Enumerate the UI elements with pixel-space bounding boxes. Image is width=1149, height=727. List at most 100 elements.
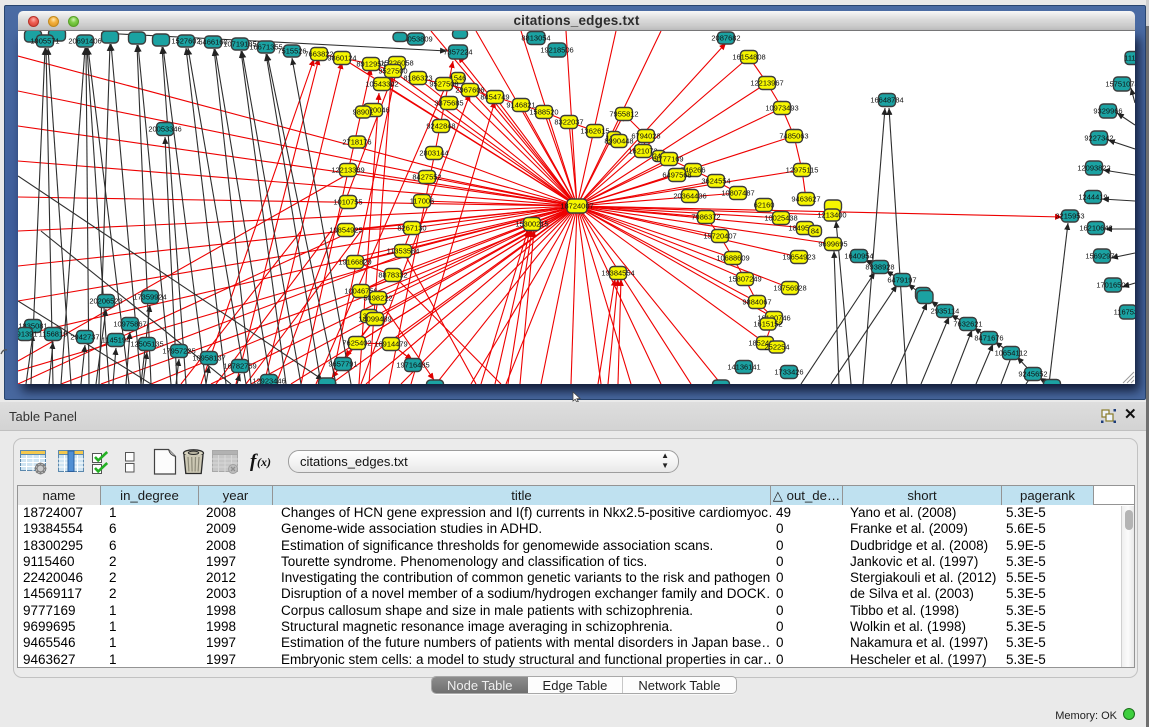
svg-text:20364436: 20364436 (673, 192, 706, 201)
svg-text:9699695: 9699695 (818, 240, 847, 249)
svg-text:19716485: 19716485 (396, 361, 429, 370)
svg-text:8813054: 8813054 (521, 34, 550, 43)
svg-text:9463627: 9463627 (791, 195, 820, 204)
svg-text:7515526: 7515526 (277, 47, 306, 56)
svg-text:3875685: 3875685 (434, 99, 463, 108)
svg-text:9245652: 9245652 (1018, 370, 1047, 379)
svg-text:1640954: 1640954 (844, 252, 873, 261)
svg-text:7485063: 7485063 (779, 132, 808, 141)
svg-text:15751074: 15751074 (1105, 80, 1135, 89)
svg-text:19166829: 19166829 (338, 258, 371, 267)
svg-text:12213389: 12213389 (331, 166, 364, 175)
svg-text:7986372: 7986372 (691, 213, 720, 222)
svg-text:14099489: 14099489 (358, 315, 391, 324)
svg-text:8990448: 8990448 (604, 137, 633, 146)
svg-text:8322037: 8322037 (554, 118, 583, 127)
svg-text:7632621: 7632621 (953, 320, 982, 329)
svg-text:8186323: 8186323 (403, 74, 432, 83)
svg-text:391391: 391391 (18, 330, 38, 339)
svg-text:1145194: 1145194 (102, 336, 131, 345)
svg-text:98901: 98901 (353, 108, 374, 117)
svg-text:6794028: 6794028 (631, 132, 660, 141)
svg-text:12093822: 12093822 (1077, 164, 1110, 173)
svg-text:12213967: 12213967 (750, 79, 783, 88)
svg-text:7625402: 7625402 (342, 339, 371, 348)
svg-text:9657791: 9657791 (328, 360, 357, 369)
svg-text:8878332: 8878332 (378, 271, 407, 280)
svg-text:16154808: 16154808 (732, 53, 765, 62)
svg-text:10654112: 10654112 (995, 349, 1028, 358)
svg-text:1733426: 1733426 (774, 368, 803, 377)
svg-text:10973493: 10973493 (765, 104, 798, 113)
svg-text:84: 84 (811, 227, 819, 236)
svg-text:9860124: 9860124 (327, 54, 356, 63)
svg-text:5498222: 5498222 (363, 294, 392, 303)
svg-text:10807487: 10807487 (721, 189, 754, 198)
svg-text:15692971: 15692971 (1085, 252, 1118, 261)
svg-text:10958137: 10958137 (192, 354, 225, 363)
svg-text:16914479: 16914479 (374, 340, 407, 349)
svg-text:17016504: 17016504 (1096, 281, 1129, 290)
svg-text:10975867: 10975867 (113, 320, 146, 329)
svg-text:9242848: 9242848 (426, 122, 455, 131)
svg-text:9527508: 9527508 (429, 80, 458, 89)
svg-text:20691406: 20691406 (68, 37, 101, 46)
svg-text:16210643: 16210643 (1079, 224, 1112, 233)
svg-text:12975115: 12975115 (786, 166, 819, 175)
svg-text:1244419: 1244419 (1078, 193, 1107, 202)
svg-text:1213400: 1213400 (817, 211, 846, 220)
svg-text:1905571: 1905571 (30, 37, 59, 46)
svg-text:1156819: 1156819 (39, 330, 68, 339)
svg-text:7955812: 7955812 (609, 110, 638, 119)
svg-text:2803144: 2803144 (419, 149, 448, 158)
svg-text:9329966: 9329966 (1093, 107, 1122, 116)
svg-text:6497568: 6497568 (662, 171, 691, 180)
svg-text:9884067: 9884067 (742, 298, 771, 307)
svg-text:15807249: 15807249 (728, 275, 761, 284)
svg-text:14136141: 14136141 (727, 363, 760, 372)
svg-text:(x): (x) (257, 455, 271, 469)
svg-text:8427552: 8427552 (412, 173, 441, 182)
svg-text:6479197: 6479197 (887, 276, 916, 285)
svg-text:17359924: 17359924 (133, 293, 166, 302)
svg-text:117006: 117006 (410, 197, 434, 206)
svg-text:10543342: 10543342 (365, 80, 398, 89)
svg-text:1112: 1112 (1124, 54, 1135, 63)
svg-text:8471676: 8471676 (974, 334, 1003, 343)
svg-text:18724007: 18724007 (560, 202, 593, 211)
svg-text:1167533: 1167533 (1114, 308, 1135, 317)
svg-text:1010755: 1010755 (333, 198, 362, 207)
svg-text:7357224: 7357224 (443, 48, 472, 57)
svg-text:3624554: 3624554 (701, 177, 730, 186)
svg-text:15720407: 15720407 (703, 232, 736, 241)
svg-text:19756928: 19756928 (773, 284, 806, 293)
svg-text:252254: 252254 (764, 343, 789, 352)
svg-text:8454749: 8454749 (480, 93, 509, 102)
svg-text:16648784: 16648784 (870, 96, 903, 105)
svg-text:2935114: 2935114 (931, 307, 960, 316)
svg-text:19654923: 19654923 (782, 253, 815, 262)
svg-text:9777169: 9777169 (654, 155, 683, 164)
svg-text:20206523: 20206523 (89, 297, 122, 306)
svg-text:2942737: 2942737 (70, 333, 99, 342)
svg-text:62160: 62160 (754, 201, 775, 210)
svg-text:19854925: 19854925 (329, 226, 362, 235)
svg-text:8267130: 8267130 (397, 224, 426, 233)
svg-text:19218506: 19218506 (540, 46, 573, 55)
svg-text:1615152: 1615152 (753, 320, 782, 329)
svg-text:8938928: 8938928 (865, 263, 894, 272)
svg-text:2087682: 2087682 (711, 34, 740, 43)
svg-text:10025438: 10025438 (764, 214, 797, 223)
svg-text:12505135: 12505135 (130, 340, 163, 349)
svg-text:17957225: 17957225 (162, 347, 195, 356)
svg-text:20053346: 20053346 (148, 125, 181, 134)
svg-text:1588520: 1588520 (529, 108, 558, 117)
svg-text:2718176: 2718176 (342, 138, 371, 147)
svg-text:12923446: 12923446 (252, 377, 285, 384)
svg-text:9227342: 9227342 (1084, 134, 1113, 143)
svg-text:19384554: 19384554 (601, 269, 634, 278)
svg-text:15300215: 15300215 (515, 220, 548, 229)
svg-text:3215953: 3215953 (1055, 212, 1084, 221)
svg-text:16782759: 16782759 (223, 362, 256, 371)
svg-text:1527602: 1527602 (171, 37, 200, 46)
